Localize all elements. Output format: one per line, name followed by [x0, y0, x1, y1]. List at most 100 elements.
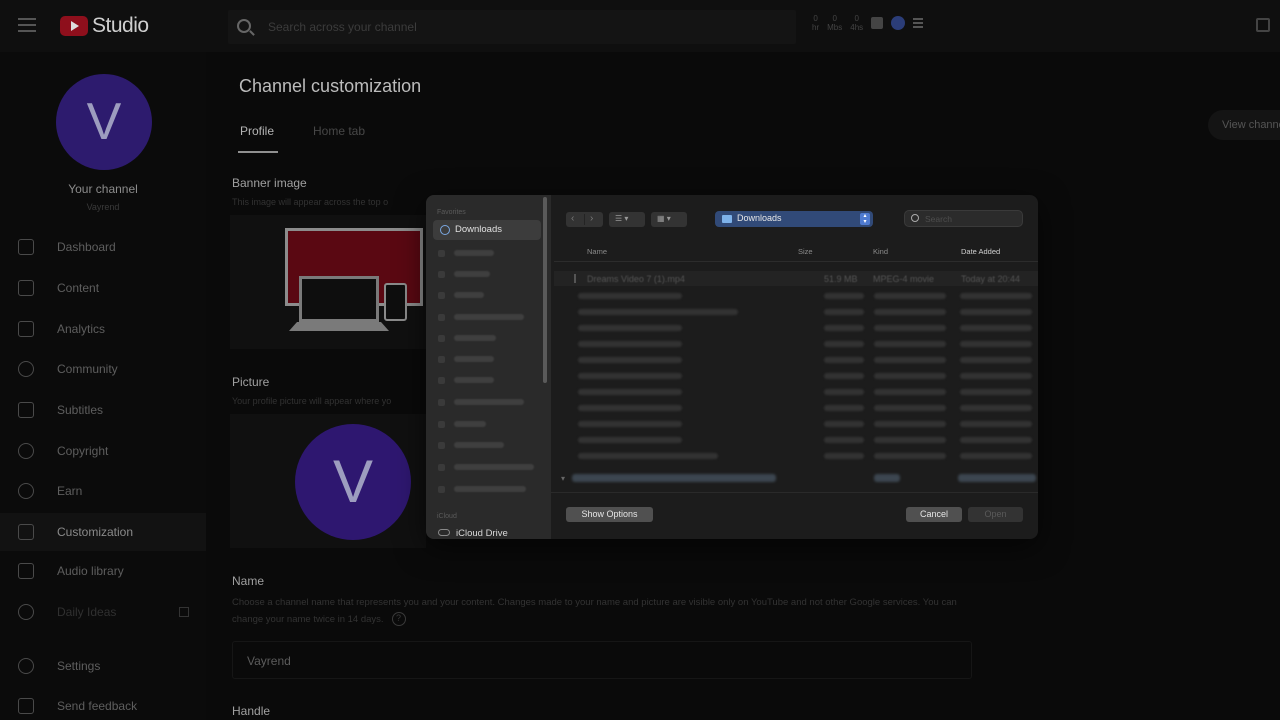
file-row[interactable] — [554, 435, 1038, 445]
banner-description: This image will appear across the top o — [232, 197, 389, 207]
sidebar-item-copyright[interactable]: Copyright — [0, 432, 206, 470]
sidebar-item-audio-library[interactable]: Audio library — [0, 552, 206, 590]
sidebar-item-dashboard[interactable]: Dashboard — [0, 228, 206, 266]
menu-icon[interactable] — [18, 18, 36, 32]
file-row[interactable] — [554, 291, 1038, 301]
sidebar-item-content[interactable]: Content — [0, 269, 206, 307]
help-icon[interactable]: ? — [391, 612, 406, 627]
dialog-search-placeholder: Search — [925, 214, 952, 224]
sidebar-item-label: Copyright — [57, 444, 109, 458]
view-mode-list[interactable]: ☰ ▾ — [609, 212, 645, 227]
account-avatar[interactable] — [891, 16, 906, 30]
back-forward-buttons[interactable]: ‹ › — [566, 212, 603, 227]
favorites-heading: Favorites — [437, 209, 466, 216]
favorite-item[interactable] — [436, 269, 540, 279]
sidebar-item-community[interactable]: Community — [0, 350, 206, 388]
settings-icon — [18, 658, 34, 674]
stat-item: 0 Mbs — [827, 14, 843, 32]
stat-item: 0 4hs — [850, 14, 864, 32]
favorite-item[interactable] — [436, 397, 540, 407]
column-kind[interactable]: Kind — [873, 247, 888, 256]
back-icon[interactable]: ‹ — [571, 213, 574, 224]
favorite-item[interactable] — [436, 375, 540, 385]
sidebar-scrollbar[interactable] — [543, 197, 547, 383]
search-input[interactable]: Search across your channel — [268, 20, 417, 34]
favorite-item[interactable] — [436, 333, 540, 343]
dialog-sidebar: Favorites Downloads iCloud iCloud Drive — [426, 195, 551, 539]
sidebar-item-send-feedback[interactable]: Send feedback — [0, 687, 206, 720]
name-description-text: Choose a channel name that represents yo… — [232, 597, 957, 625]
sidebar-item-earn[interactable]: Earn — [0, 472, 206, 510]
cancel-button[interactable]: Cancel — [906, 507, 962, 522]
youtube-play-icon — [60, 16, 88, 36]
options-icon[interactable] — [913, 18, 924, 28]
icloud-heading: iCloud — [437, 513, 457, 520]
view-channel-button[interactable]: View channel — [1208, 110, 1280, 140]
favorite-item[interactable] — [436, 312, 540, 322]
sidebar-item-label: Settings — [57, 659, 101, 673]
file-row[interactable] — [554, 307, 1038, 317]
picture-preview: V — [230, 414, 426, 548]
file-row[interactable] — [554, 451, 1038, 461]
favorite-item[interactable] — [436, 484, 540, 494]
file-row[interactable] — [554, 403, 1038, 413]
disclosure-triangle-icon[interactable]: ▾ — [561, 474, 565, 483]
favorite-item[interactable] — [436, 290, 540, 300]
file-date: Today at 20:44 — [961, 274, 1021, 284]
open-button[interactable]: Open — [968, 507, 1023, 522]
search-bar[interactable]: Search across your channel — [228, 10, 796, 44]
sidebar-item-label: Subtitles — [57, 403, 104, 417]
search-icon — [237, 19, 251, 33]
favorite-item[interactable] — [436, 462, 540, 472]
file-row[interactable] — [554, 419, 1038, 429]
sidebar-item-label: Earn — [57, 484, 83, 498]
name-field[interactable]: Vayrend — [232, 641, 972, 679]
favorite-item[interactable] — [436, 419, 540, 429]
sidebar-item-subtitles[interactable]: Subtitles — [0, 391, 206, 429]
favorite-downloads[interactable]: Downloads — [433, 220, 541, 240]
icloud-drive-item[interactable]: iCloud Drive — [456, 528, 508, 539]
column-size[interactable]: Size — [798, 247, 813, 256]
create-icon[interactable] — [871, 17, 884, 29]
tab-home[interactable]: Home tab — [313, 124, 365, 138]
notifications-icon[interactable] — [1256, 18, 1270, 32]
search-icon — [911, 214, 919, 222]
sidebar-item-label: Community — [57, 362, 118, 376]
forward-icon[interactable]: › — [590, 213, 593, 224]
file-row[interactable] — [554, 339, 1038, 349]
app-name: Studio — [92, 14, 149, 37]
copyright-icon — [18, 443, 34, 459]
location-popup[interactable]: Downloads ▴ ▾ — [715, 211, 873, 227]
customization-icon — [18, 524, 34, 540]
sidebar-item-daily-ideas[interactable]: Daily Ideas — [0, 593, 206, 631]
sidebar-item-analytics[interactable]: Analytics — [0, 310, 206, 348]
file-row[interactable] — [554, 371, 1038, 381]
column-date-added[interactable]: Date Added — [961, 247, 1000, 256]
header-stats: 0 hr 0 Mbs 0 4hs — [812, 14, 924, 32]
downloads-icon — [440, 225, 450, 235]
sidebar-item-label: Content — [57, 281, 100, 295]
favorite-item[interactable] — [436, 354, 540, 364]
sidebar-item-label: Send feedback — [57, 699, 138, 713]
name-description: Choose a channel name that represents yo… — [232, 594, 972, 628]
tab-profile[interactable]: Profile — [240, 124, 274, 138]
file-row[interactable]: Dreams Video 7 (1).mp4 51.9 MB MPEG-4 mo… — [554, 271, 1038, 286]
show-options-button[interactable]: Show Options — [566, 507, 653, 522]
channel-avatar[interactable]: V — [56, 74, 152, 170]
community-icon — [18, 361, 34, 377]
folder-row-expanded[interactable]: ▾ — [556, 472, 1036, 484]
group-mode[interactable]: ▦ ▾ — [651, 212, 687, 227]
sidebar: V Your channel Vayrend Dashboard Content… — [0, 52, 206, 720]
external-link-icon — [179, 607, 189, 617]
file-row[interactable] — [554, 387, 1038, 397]
file-row[interactable] — [554, 323, 1038, 333]
favorite-item[interactable] — [436, 248, 540, 258]
sidebar-item-customization[interactable]: Customization — [0, 513, 206, 551]
sidebar-item-settings[interactable]: Settings — [0, 647, 206, 685]
dialog-search-field[interactable]: Search — [904, 210, 1023, 227]
file-row[interactable] — [554, 355, 1038, 365]
name-value: Vayrend — [247, 654, 291, 668]
favorite-item[interactable] — [436, 440, 540, 450]
studio-logo[interactable]: Studio — [60, 14, 149, 38]
column-name[interactable]: Name — [587, 247, 607, 256]
